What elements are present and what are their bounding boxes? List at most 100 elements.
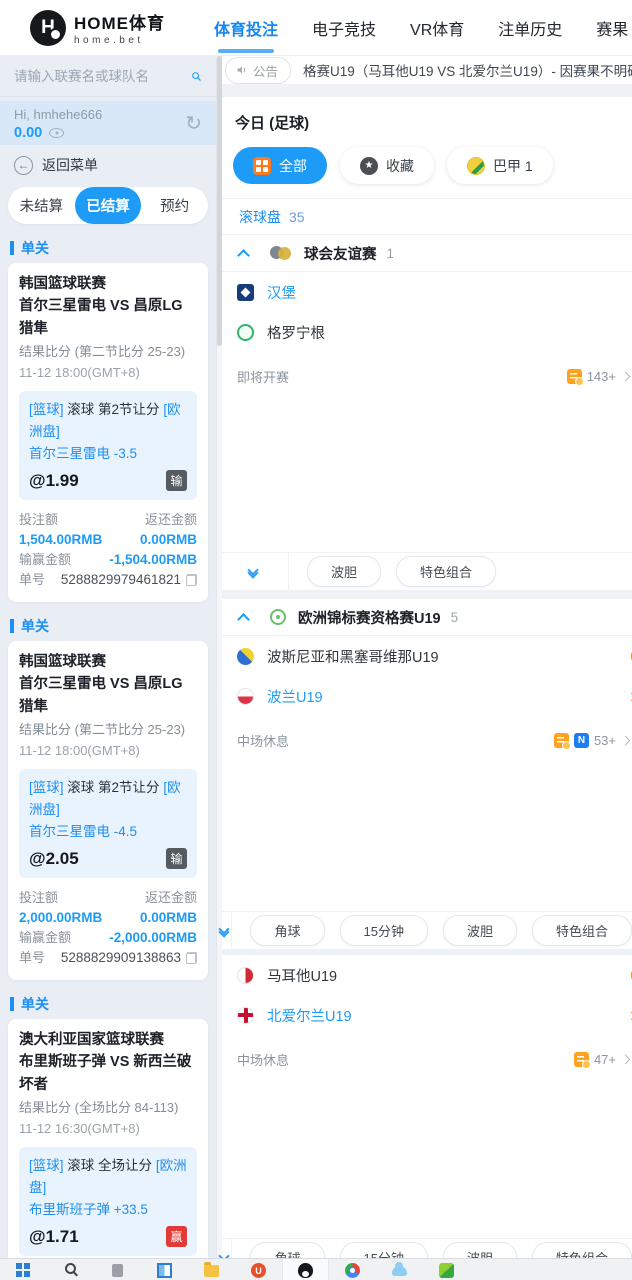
bet-odds: @2.05 bbox=[29, 848, 79, 868]
tab-unsettled[interactable]: 未结算 bbox=[8, 187, 75, 224]
taskbar-qq[interactable] bbox=[282, 1259, 329, 1280]
search-input[interactable] bbox=[14, 68, 191, 84]
bet-league: 韩国篮球联赛 bbox=[19, 654, 106, 670]
chip-all[interactable]: 全部 bbox=[233, 147, 327, 184]
chip-league-baja[interactable]: 巴甲 1 bbox=[447, 147, 553, 184]
match-status-row[interactable]: 中场休息 N 53+ bbox=[217, 716, 632, 764]
start-button[interactable] bbox=[0, 1259, 47, 1280]
brand-logo[interactable]: H HOME体育 home.bet bbox=[30, 9, 212, 46]
markets-icon bbox=[566, 368, 584, 386]
task-view-icon bbox=[157, 1263, 172, 1278]
bet-result-score: 结果比分 (全场比分 84-113) bbox=[19, 1100, 179, 1115]
refund-value: 0.00RMB bbox=[139, 532, 197, 547]
bet-time: 11-12 18:00(GMT+8) bbox=[19, 365, 140, 380]
search-icon bbox=[65, 1263, 76, 1274]
taskbar-search[interactable] bbox=[47, 1259, 94, 1280]
page-title: 今日 (足球) bbox=[235, 115, 310, 132]
windows-taskbar: U bbox=[0, 1258, 632, 1280]
stake-label: 投注额 bbox=[19, 512, 59, 527]
taskbar-green-app[interactable] bbox=[423, 1259, 470, 1280]
taskbar-app[interactable] bbox=[94, 1259, 141, 1280]
collapse-odds-button[interactable] bbox=[217, 553, 289, 590]
copy-icon[interactable] bbox=[186, 574, 197, 586]
bet-teams: 布里斯班子弹 VS 新西兰破坏者 bbox=[19, 1054, 192, 1093]
live-betting-section[interactable]: 滚球盘 35 bbox=[217, 199, 632, 235]
tab-reserved[interactable]: 预约 bbox=[141, 187, 208, 224]
market-pill-special-combo[interactable]: 特色组合 bbox=[396, 556, 497, 587]
brand-title: HOME体育 bbox=[74, 14, 165, 33]
taskbar-orange-app[interactable]: U bbox=[235, 1259, 282, 1280]
market-pill-correct-score[interactable]: 波胆 bbox=[307, 556, 382, 587]
market-name: 滚球 第2节让分 bbox=[67, 780, 160, 795]
nav-results[interactable]: 赛果 bbox=[594, 10, 630, 46]
match-status-row[interactable]: 中场休息 47+ bbox=[217, 1035, 632, 1083]
chevron-right-icon bbox=[620, 371, 631, 381]
announcement-speaker-icon bbox=[237, 66, 246, 74]
team-row-away[interactable]: 波兰U19 1 bbox=[217, 676, 632, 716]
market-pill-special-combo[interactable]: 特色组合 bbox=[531, 915, 632, 946]
order-number: 5288829909138863 bbox=[60, 950, 181, 965]
bet-card: 韩国篮球联赛 首尔三星雷电 VS 昌原LG猎隼 结果比分 (第二节比分 25-2… bbox=[8, 263, 208, 602]
team-row-away[interactable]: 格罗宁根 bbox=[217, 312, 632, 352]
team-row-home[interactable]: 波斯尼亚和黑塞哥维那U19 0 bbox=[217, 636, 632, 676]
copy-icon[interactable] bbox=[186, 952, 197, 964]
order-number: 5288829979461821 bbox=[60, 572, 181, 587]
bet-status-tabs: 未结算 已结算 预约 bbox=[8, 187, 208, 224]
bet-pick: 首尔三星雷电 -3.5 bbox=[29, 446, 138, 461]
markets-count: 53+ bbox=[593, 732, 616, 748]
announcement-badge: 公告 bbox=[253, 64, 279, 79]
outcome-badge: 输 bbox=[166, 848, 187, 869]
bet-selection: [篮球] 滚球 第2节让分 [欧洲盘] 首尔三星雷电 -4.5 @2.05 输 bbox=[19, 769, 197, 878]
market-pill-corners[interactable]: 角球 bbox=[250, 915, 325, 946]
eye-icon[interactable] bbox=[49, 127, 65, 138]
filter-chips: 全部 收藏 巴甲 1 bbox=[217, 145, 632, 199]
task-view-button[interactable] bbox=[141, 1259, 188, 1280]
news-badge-icon: N bbox=[573, 732, 589, 748]
search-icon[interactable] bbox=[191, 68, 202, 85]
back-to-menu-button[interactable]: ← 返回菜单 bbox=[14, 151, 202, 179]
market-pill-15min[interactable]: 15分钟 bbox=[339, 915, 428, 946]
team-row-away[interactable]: 北爱尔兰U19 1 bbox=[217, 995, 632, 1035]
match-footer: 角球 15分钟 波胆 特色组合 bbox=[217, 911, 632, 949]
main-content: 公告 格赛U19（马耳他U19 VS 北爱尔兰U19）- 因赛果不明确，赛果将 … bbox=[216, 56, 632, 1280]
match-status-row[interactable]: 即将开赛 143+ bbox=[217, 352, 632, 400]
stake-label: 投注额 bbox=[19, 890, 59, 905]
nav-sports-betting[interactable]: 体育投注 bbox=[212, 10, 280, 46]
app-icon bbox=[112, 1264, 123, 1277]
green-app-icon bbox=[439, 1263, 454, 1278]
refresh-icon[interactable]: ↻ bbox=[185, 114, 202, 134]
bet-card: 韩国篮球联赛 首尔三星雷电 VS 昌原LG猎隼 结果比分 (第二节比分 25-2… bbox=[8, 641, 208, 980]
market-pill-correct-score[interactable]: 波胆 bbox=[442, 915, 517, 946]
chevron-up-icon bbox=[237, 612, 250, 626]
file-explorer-button[interactable] bbox=[188, 1259, 235, 1280]
winloss-label: 输赢金额 bbox=[19, 930, 72, 945]
nav-bet-history[interactable]: 注单历史 bbox=[496, 10, 564, 46]
order-label: 单号 bbox=[19, 572, 46, 587]
league-header-friendlies[interactable]: 球会友谊赛 1 bbox=[217, 235, 632, 272]
tab-settled[interactable]: 已结算 bbox=[74, 187, 142, 224]
refund-label: 返还金额 bbox=[144, 512, 197, 527]
nav-vr-sports[interactable]: VR体育 bbox=[408, 10, 466, 46]
brasileirao-icon bbox=[467, 156, 485, 175]
order-label: 单号 bbox=[19, 950, 46, 965]
bet-league: 澳大利亚国家篮球联赛 bbox=[19, 1032, 164, 1048]
announcement-text: 格赛U19（马耳他U19 VS 北爱尔兰U19）- 因赛果不明确，赛果将 bbox=[303, 64, 632, 79]
team-row-home[interactable]: 马耳他U19 0 bbox=[217, 955, 632, 995]
markets-icon bbox=[553, 732, 571, 750]
chevron-right-icon bbox=[620, 1054, 631, 1064]
poland-flag-icon bbox=[237, 687, 254, 705]
folder-icon bbox=[204, 1262, 219, 1277]
league-header-euro-u19[interactable]: 欧洲锦标赛资格赛U19 5 bbox=[217, 599, 632, 636]
taskbar-cloud-app[interactable] bbox=[376, 1259, 423, 1280]
bet-result-score: 结果比分 (第二节比分 25-23) bbox=[19, 722, 186, 737]
back-arrow-icon: ← bbox=[14, 155, 33, 175]
league-count: 5 bbox=[450, 609, 459, 625]
logo-icon: H bbox=[30, 9, 66, 46]
nav-esports[interactable]: 电子竞技 bbox=[310, 10, 378, 46]
user-panel: Hi, hmhehe666 0.00 ↻ bbox=[0, 101, 216, 145]
chip-favorites[interactable]: 收藏 bbox=[340, 147, 434, 184]
team-row-home[interactable]: 汉堡 bbox=[217, 272, 632, 312]
malta-flag-icon bbox=[237, 966, 254, 984]
taskbar-chrome[interactable] bbox=[329, 1259, 376, 1280]
balance-amount: 0.00 bbox=[14, 124, 43, 141]
